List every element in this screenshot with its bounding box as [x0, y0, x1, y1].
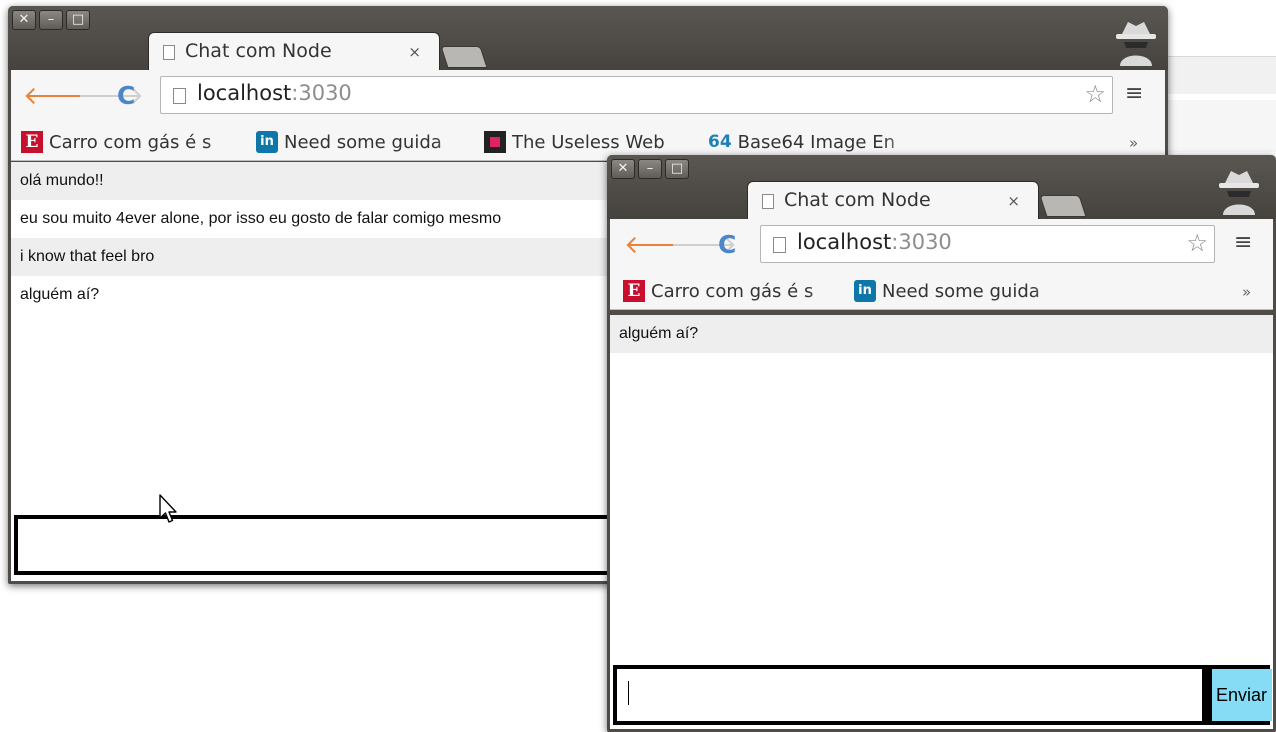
chat-message: alguém aí? — [610, 315, 1273, 353]
window-close-button[interactable]: ✕ — [12, 10, 36, 30]
page-icon — [173, 88, 186, 104]
base64-icon: 64 — [708, 132, 732, 152]
tab-title: Chat com Node — [185, 40, 332, 62]
window-close-button[interactable]: ✕ — [611, 159, 635, 179]
address-bar[interactable]: localhost:3030 ☆ — [160, 76, 1113, 114]
bookmarks-overflow-icon[interactable]: » — [1129, 134, 1138, 152]
bookmark-favicon-icon: E — [623, 280, 645, 302]
window-controls: ✕ – □ — [611, 159, 689, 179]
address-url: localhost:3030 — [797, 230, 952, 254]
chat-page: alguém aí? Enviar — [610, 315, 1273, 729]
bookmark-carro[interactable]: E Carro com gás é s — [623, 280, 847, 302]
address-bar[interactable]: localhost:3030 ☆ — [760, 225, 1215, 263]
toolbar: 🡐 🡒 C localhost:3030 ☆ ≡ — [11, 70, 1165, 126]
bookmark-useless-web[interactable]: The Useless Web — [484, 131, 694, 153]
new-tab-button[interactable] — [1039, 195, 1087, 217]
useless-web-icon — [484, 131, 506, 153]
bookmark-linkedin[interactable]: in Need some guida — [854, 280, 1072, 302]
window-maximize-button[interactable]: □ — [665, 159, 689, 179]
incognito-icon — [1116, 22, 1156, 66]
browser-window-2: ✕ – □ Chat com Node × 🡐 🡒 C localhost:30… — [607, 155, 1276, 732]
tab-chat-com-node[interactable]: Chat com Node × — [747, 181, 1039, 219]
window-minimize-button[interactable]: – — [39, 10, 63, 30]
window-controls: ✕ – □ — [12, 10, 90, 30]
window-maximize-button[interactable]: □ — [66, 10, 90, 30]
window-minimize-button[interactable]: – — [638, 159, 662, 179]
menu-icon[interactable]: ≡ — [1234, 230, 1252, 255]
tab-close-icon[interactable]: × — [408, 43, 421, 61]
tab-chat-com-node[interactable]: Chat com Node × — [148, 32, 440, 70]
chat-form: Enviar — [613, 665, 1272, 725]
bookmark-carro[interactable]: E Carro com gás é s — [21, 131, 245, 153]
bookmark-star-icon[interactable]: ☆ — [1186, 229, 1208, 257]
page-icon — [773, 237, 786, 253]
bookmark-label: Need some guida — [882, 280, 1040, 302]
text-caret — [628, 681, 629, 705]
title-bar: ✕ – □ Chat com Node × — [8, 6, 1168, 70]
send-button[interactable]: Enviar — [1212, 669, 1272, 721]
bookmark-base64[interactable]: 64 Base64 Image En — [708, 131, 922, 153]
bookmark-label: Carro com gás é s — [651, 280, 814, 302]
linkedin-icon: in — [854, 280, 876, 302]
bookmark-label: Need some guida — [284, 131, 442, 153]
bookmark-label: Base64 Image En — [737, 131, 896, 153]
menu-icon[interactable]: ≡ — [1125, 81, 1143, 106]
page-icon — [163, 45, 175, 60]
bookmark-linkedin[interactable]: in Need some guida — [256, 131, 474, 153]
message-input[interactable] — [617, 669, 1202, 721]
reload-icon[interactable]: C — [718, 231, 736, 259]
incognito-icon — [1219, 171, 1259, 215]
bookmark-star-icon[interactable]: ☆ — [1084, 80, 1106, 108]
address-url: localhost:3030 — [197, 81, 352, 105]
new-tab-button[interactable] — [440, 46, 488, 68]
tab-close-icon[interactable]: × — [1007, 192, 1020, 210]
bookmarks-bar: E Carro com gás é s in Need some guida » — [610, 275, 1273, 310]
page-icon — [762, 194, 774, 209]
tab-title: Chat com Node — [784, 189, 931, 211]
toolbar: 🡐 🡒 C localhost:3030 ☆ ≡ — [610, 219, 1273, 275]
bookmark-label: The Useless Web — [512, 131, 665, 153]
bookmarks-overflow-icon[interactable]: » — [1242, 283, 1251, 301]
linkedin-icon: in — [256, 131, 278, 153]
title-bar: ✕ – □ Chat com Node × — [607, 155, 1276, 219]
bookmark-favicon-icon: E — [21, 131, 43, 153]
bookmark-label: Carro com gás é s — [49, 131, 212, 153]
reload-icon[interactable]: C — [117, 82, 135, 110]
mouse-pointer-icon — [159, 494, 177, 523]
